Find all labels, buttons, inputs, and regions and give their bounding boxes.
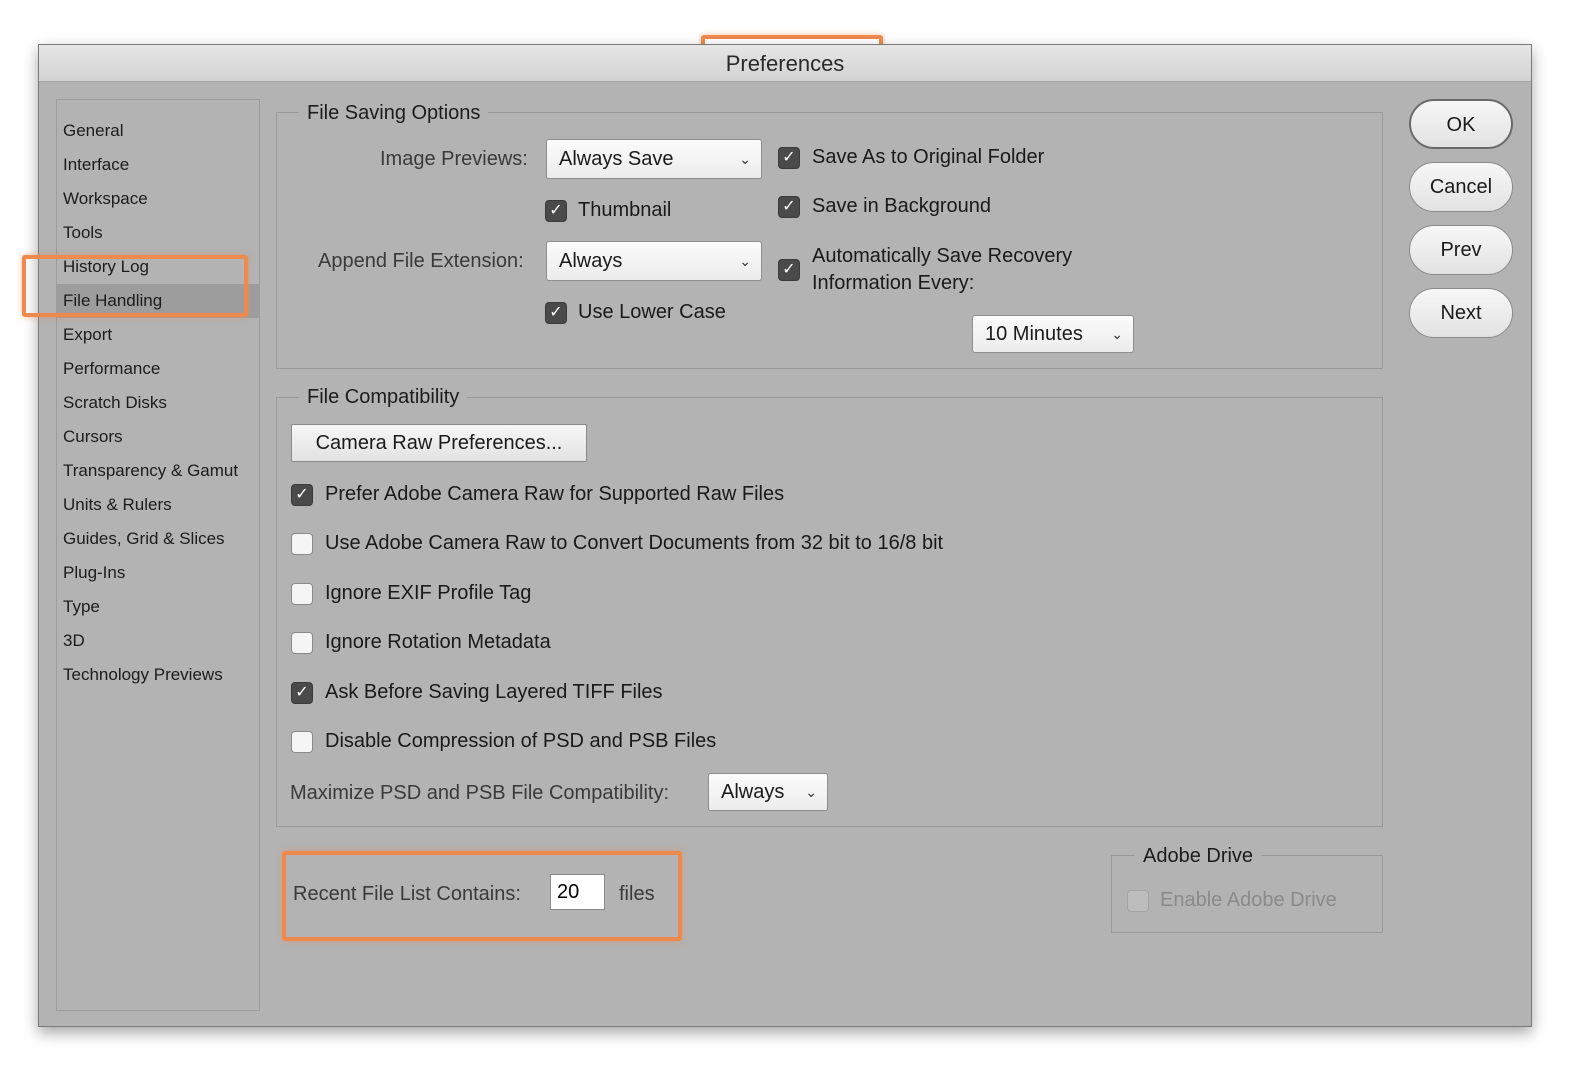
save-background-label: Save in Background: [812, 195, 992, 217]
prev-button[interactable]: Prev: [1409, 225, 1513, 275]
image-previews-label: Image Previews:: [380, 148, 528, 170]
recovery-interval-select[interactable]: 10 Minutes ⌄: [972, 315, 1134, 353]
cancel-button[interactable]: Cancel: [1409, 162, 1513, 212]
chevron-down-icon: ⌄: [739, 253, 751, 269]
maximize-compat-value: Always: [721, 781, 785, 803]
append-extension-value: Always: [559, 250, 623, 272]
sidebar-item-plug-ins[interactable]: Plug-Ins: [63, 556, 259, 590]
recent-files-unit: files: [619, 883, 655, 905]
sidebar-item-cursors[interactable]: Cursors: [63, 420, 259, 454]
sidebar-item-type[interactable]: Type: [63, 590, 259, 624]
chevron-down-icon: ⌄: [739, 151, 751, 167]
auto-recovery-checkbox[interactable]: ✓: [778, 259, 800, 281]
enable-adobe-drive-label: Enable Adobe Drive: [1160, 889, 1337, 911]
use-lower-case-checkbox[interactable]: ✓: [545, 302, 567, 324]
sidebar-item-general[interactable]: General: [63, 114, 259, 148]
append-extension-label: Append File Extension:: [318, 250, 524, 272]
sidebar-item-scratch-disks[interactable]: Scratch Disks: [63, 386, 259, 420]
image-previews-select[interactable]: Always Save ⌄: [546, 139, 762, 179]
append-extension-select[interactable]: Always ⌄: [546, 241, 762, 281]
sidebar-item-guides-grid-slices[interactable]: Guides, Grid & Slices: [63, 522, 259, 556]
sidebar-item-units-rulers[interactable]: Units & Rulers: [63, 488, 259, 522]
save-original-folder-label: Save As to Original Folder: [812, 146, 1045, 168]
thumbnail-checkbox[interactable]: ✓: [545, 200, 567, 222]
next-button[interactable]: Next: [1409, 288, 1513, 338]
camera-raw-preferences-button[interactable]: Camera Raw Preferences...: [291, 424, 587, 462]
dialog-title: Preferences: [725, 51, 845, 76]
sidebar-item-tools[interactable]: Tools: [63, 216, 259, 250]
sidebar-item-3d[interactable]: 3D: [63, 624, 259, 658]
recent-files-label: Recent File List Contains:: [293, 883, 521, 905]
save-background-checkbox[interactable]: ✓: [778, 196, 800, 218]
recent-files-input[interactable]: [550, 874, 605, 910]
use-lower-case-label: Use Lower Case: [578, 301, 726, 323]
preferences-dialog: Preferences General Interface Workspace …: [38, 44, 1532, 1027]
disable-compression-label: Disable Compression of PSD and PSB Files: [325, 730, 717, 752]
sidebar-item-transparency-gamut[interactable]: Transparency & Gamut: [63, 454, 259, 488]
chevron-down-icon: ⌄: [805, 784, 817, 800]
file-handling-highlight-box: [22, 255, 248, 317]
prefer-camera-raw-checkbox[interactable]: ✓: [291, 484, 313, 506]
disable-compression-checkbox[interactable]: [291, 731, 313, 753]
ok-button[interactable]: OK: [1409, 99, 1513, 149]
sidebar-item-technology-previews[interactable]: Technology Previews: [63, 658, 259, 692]
maximize-compat-label: Maximize PSD and PSB File Compatibility:: [290, 782, 670, 804]
prefer-camera-raw-label: Prefer Adobe Camera Raw for Supported Ra…: [325, 483, 785, 505]
chevron-down-icon: ⌄: [1111, 326, 1123, 342]
sidebar-item-performance[interactable]: Performance: [63, 352, 259, 386]
ignore-rotation-label: Ignore Rotation Metadata: [325, 631, 551, 653]
sidebar-item-export[interactable]: Export: [63, 318, 259, 352]
auto-recovery-label-line1: Automatically Save Recovery: [812, 245, 1073, 267]
sidebar-item-interface[interactable]: Interface: [63, 148, 259, 182]
convert-32bit-label: Use Adobe Camera Raw to Convert Document…: [325, 532, 944, 554]
sidebar-nav: General Interface Workspace Tools Histor…: [56, 99, 260, 1011]
sidebar-item-workspace[interactable]: Workspace: [63, 182, 259, 216]
adobe-drive-legend: Adobe Drive: [1135, 845, 1262, 868]
enable-adobe-drive-checkbox[interactable]: [1127, 890, 1149, 912]
file-compatibility-legend: File Compatibility: [299, 386, 468, 409]
ignore-exif-checkbox[interactable]: [291, 583, 313, 605]
save-original-folder-checkbox[interactable]: ✓: [778, 147, 800, 169]
maximize-compat-select[interactable]: Always ⌄: [708, 773, 828, 811]
file-saving-options-legend: File Saving Options: [299, 102, 489, 125]
recovery-interval-value: 10 Minutes: [985, 323, 1083, 345]
auto-recovery-label-line2: Information Every:: [812, 272, 975, 294]
image-previews-value: Always Save: [559, 148, 674, 170]
convert-32bit-checkbox[interactable]: [291, 533, 313, 555]
ignore-exif-label: Ignore EXIF Profile Tag: [325, 582, 532, 604]
ask-layered-tiff-label: Ask Before Saving Layered TIFF Files: [325, 681, 663, 703]
thumbnail-label: Thumbnail: [578, 199, 672, 221]
ignore-rotation-checkbox[interactable]: [291, 632, 313, 654]
ask-layered-tiff-checkbox[interactable]: ✓: [291, 682, 313, 704]
